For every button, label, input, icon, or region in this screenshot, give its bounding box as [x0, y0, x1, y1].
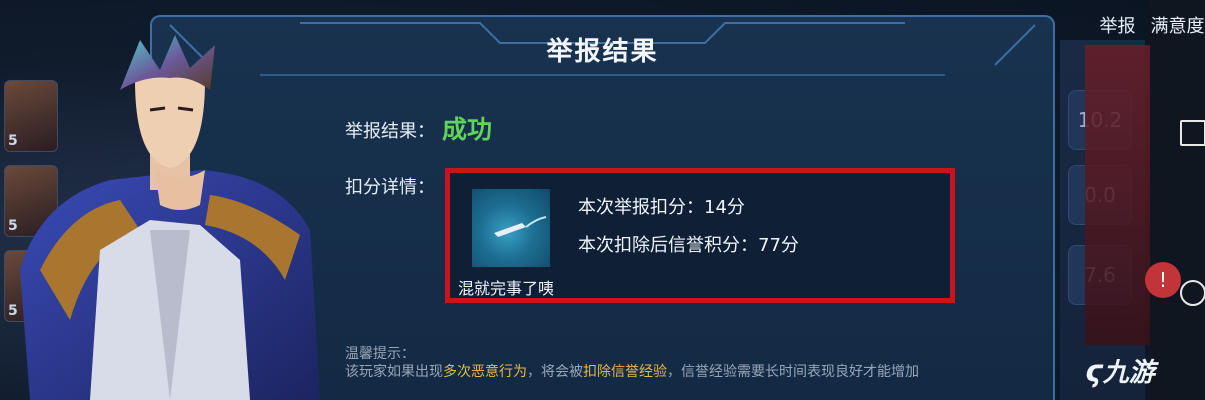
circle-nav-icon[interactable] — [1180, 280, 1205, 306]
tips-block: 温馨提示： 该玩家如果出现多次恶意行为，将会被扣除信誉经验，信誉经验需要长时间表… — [345, 345, 965, 381]
detail-label: 扣分详情： — [345, 177, 435, 198]
watermark-logo: ϛ九游 — [1085, 354, 1155, 389]
satisfaction-button[interactable]: 满意度 — [1150, 0, 1205, 42]
right-red-column — [1085, 45, 1155, 345]
result-label: 举报结果： — [345, 121, 435, 142]
player-avatar — [472, 189, 550, 267]
hero-character-illustration — [20, 35, 320, 400]
deduction-detail-box: 混就完事了咦 本次举报扣分：14分 本次扣除后信誉积分：77分 — [445, 168, 955, 303]
tips-title: 温馨提示： — [345, 346, 415, 362]
deduction-points: 本次举报扣分：14分 — [578, 197, 745, 218]
warning-icon[interactable]: ! — [1145, 262, 1181, 298]
logo-glyph-icon: ϛ — [1085, 354, 1103, 389]
result-value: 成功 — [442, 115, 493, 144]
remaining-credit: 本次扣除后信誉积分：77分 — [578, 235, 799, 256]
boat-image — [494, 216, 547, 237]
tips-highlight-malicious: 多次恶意行为 — [443, 364, 527, 380]
report-button[interactable]: 举报 — [1090, 0, 1145, 42]
side-bar — [1150, 0, 1205, 400]
tips-highlight-deduct: 扣除信誉经验 — [583, 364, 667, 380]
tips-text: 该玩家如果出现多次恶意行为，将会被扣除信誉经验，信誉经验需要长时间表现良好才能增… — [345, 364, 919, 380]
player-name: 混就完事了咦 — [458, 279, 555, 298]
square-nav-icon[interactable] — [1180, 120, 1205, 146]
